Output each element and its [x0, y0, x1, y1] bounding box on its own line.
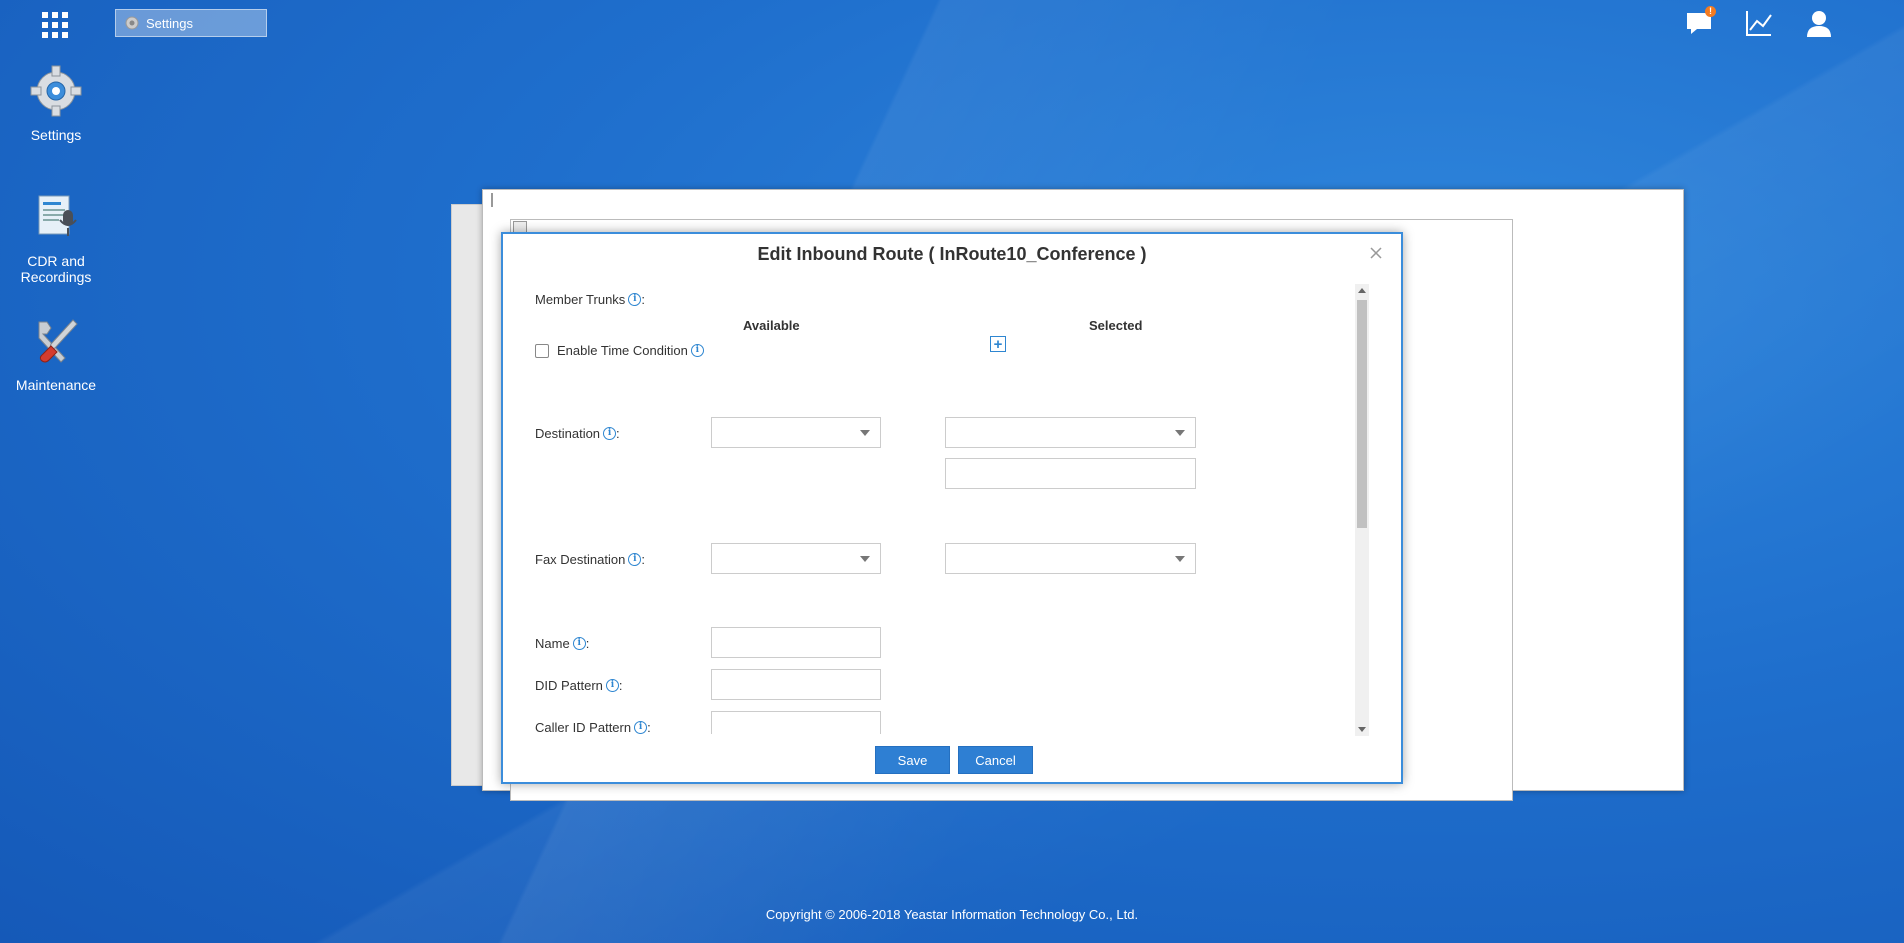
member-trunks-label: Member Trunks i : — [535, 292, 645, 307]
colon: : — [641, 292, 645, 307]
caller-id-pattern-text: Caller ID Pattern — [535, 720, 632, 734]
info-icon[interactable]: i — [628, 293, 642, 306]
info-icon[interactable]: i — [634, 721, 648, 734]
destination-value-select[interactable] — [945, 417, 1196, 448]
taskbar-tab-settings[interactable]: Settings — [115, 9, 267, 37]
fax-destination-value-select[interactable] — [945, 543, 1196, 574]
enable-time-condition-checkbox[interactable] — [535, 343, 549, 358]
chevron-down-icon — [1175, 430, 1185, 436]
fax-destination-label: Fax Destination i : — [535, 552, 645, 567]
user-icon[interactable] — [1804, 8, 1834, 38]
desktop-maintenance-label: Maintenance — [15, 377, 97, 393]
colon: : — [618, 678, 623, 693]
enable-time-condition-row: Enable Time Condition i — [535, 343, 704, 358]
selected-header: Selected — [1089, 318, 1143, 333]
member-trunks-text: Member Trunks — [535, 292, 626, 307]
info-icon[interactable]: i — [605, 679, 619, 692]
desktop-settings-label: Settings — [30, 127, 82, 143]
desktop-cdr-label-1: CDR and — [27, 253, 85, 269]
scroll-down-arrow[interactable] — [1358, 727, 1366, 732]
info-icon[interactable]: i — [628, 553, 642, 566]
add-time-condition-button[interactable]: + — [990, 336, 1006, 352]
desktop-settings[interactable]: Settings — [10, 64, 102, 143]
fax-destination-type-select[interactable] — [711, 543, 881, 574]
edit-inbound-route-dialog: Edit Inbound Route ( InRoute10_Conferenc… — [501, 232, 1403, 784]
caller-id-pattern-label: Caller ID Pattern i : — [535, 720, 651, 734]
maintenance-tools-icon — [38, 319, 78, 363]
notifications-icon[interactable]: ! — [1684, 6, 1716, 38]
dialog-title: Edit Inbound Route ( InRoute10_Conferenc… — [757, 244, 1147, 264]
colon: : — [585, 636, 590, 651]
caller-id-pattern-input[interactable] — [711, 711, 881, 734]
info-icon[interactable]: i — [572, 637, 586, 650]
did-pattern-text: DID Pattern — [535, 678, 603, 693]
name-label: Name i : — [535, 636, 589, 651]
settings-gear-icon — [30, 65, 82, 117]
chevron-down-icon — [1175, 556, 1185, 562]
chevron-down-icon — [860, 556, 870, 562]
name-input[interactable] — [711, 627, 881, 658]
colon: : — [647, 720, 651, 734]
cancel-button[interactable]: Cancel — [958, 746, 1033, 774]
chevron-down-icon — [860, 430, 870, 436]
destination-text: Destination — [535, 426, 601, 441]
scroll-up-arrow[interactable] — [1358, 288, 1366, 293]
desktop-cdr-label-2: Recordings — [20, 269, 92, 285]
gear-icon — [125, 16, 139, 30]
scroll-thumb[interactable] — [1357, 300, 1367, 528]
name-text: Name — [535, 636, 570, 651]
destination-extra-input[interactable] — [945, 458, 1196, 489]
notification-badge: ! — [1705, 6, 1716, 17]
app-menu-icon[interactable] — [42, 12, 68, 38]
desktop-cdr-recordings[interactable]: CDR and Recordings — [10, 190, 102, 285]
fax-destination-text: Fax Destination — [535, 552, 626, 567]
dialog-scrollbar[interactable] — [1355, 284, 1369, 736]
window-handle-icon — [491, 193, 499, 207]
desktop-maintenance[interactable]: Maintenance — [10, 314, 102, 393]
enable-time-condition-label: Enable Time Condition — [557, 343, 688, 358]
destination-label: Destination i : — [535, 426, 620, 441]
available-header: Available — [743, 318, 800, 333]
copyright-footer: Copyright © 2006-2018 Yeastar Informatio… — [765, 907, 1139, 922]
save-button[interactable]: Save — [875, 746, 950, 774]
info-icon[interactable]: i — [690, 344, 704, 357]
colon: : — [616, 426, 620, 441]
info-icon[interactable]: i — [603, 427, 617, 440]
did-pattern-input[interactable] — [711, 669, 881, 700]
colon: : — [641, 552, 645, 567]
form-area: Member Trunks i : Available Selected Ena… — [503, 284, 1373, 734]
did-pattern-label: DID Pattern i : — [535, 678, 623, 693]
taskbar-tab-label: Settings — [146, 15, 193, 31]
close-icon[interactable] — [1367, 244, 1385, 262]
cdr-recordings-icon — [38, 195, 77, 236]
destination-type-select[interactable] — [711, 417, 881, 448]
statistics-icon[interactable] — [1744, 8, 1774, 38]
